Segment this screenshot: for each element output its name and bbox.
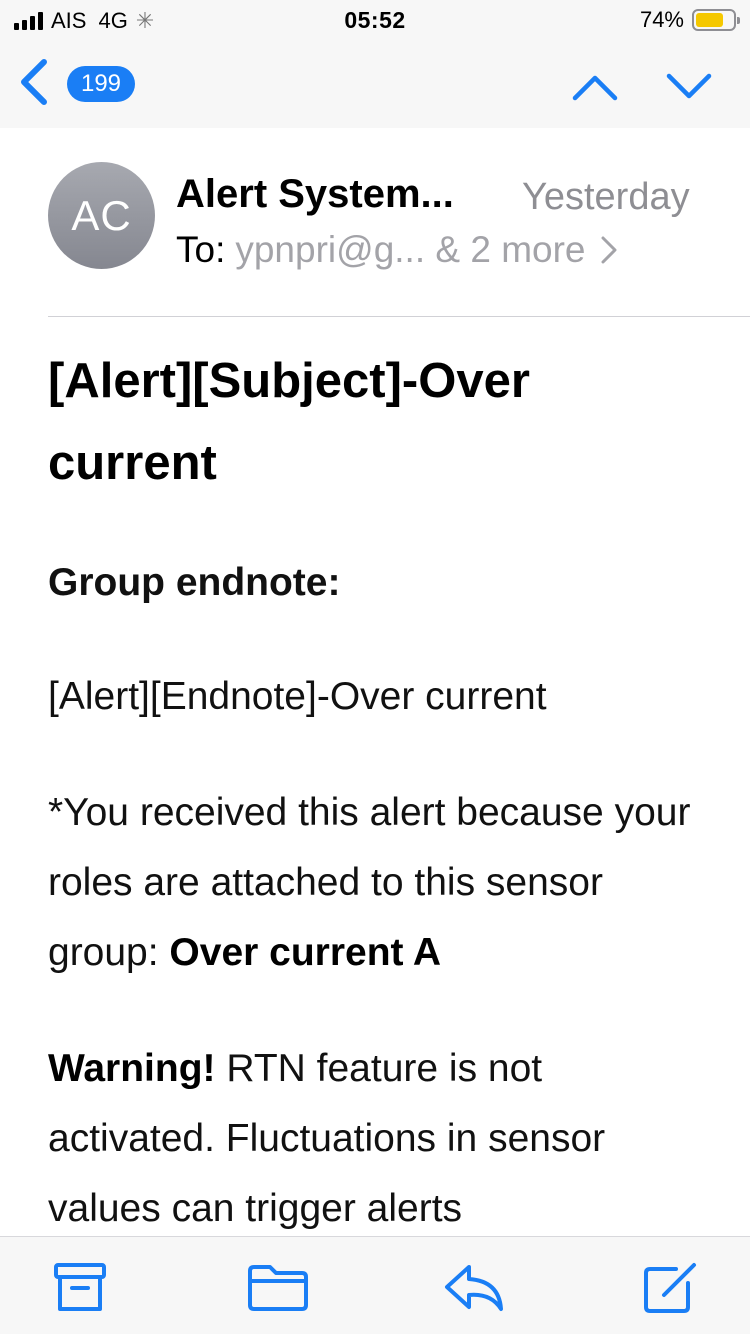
group-endnote-title: Group endnote: [48,561,341,604]
message-subject: [Alert][Subject]-Over current [48,354,530,490]
message-date: Yesterday [522,176,690,218]
archive-icon [54,1263,106,1311]
warning-label: Warning! [48,1047,216,1090]
warning-paragraph: Warning! RTN feature is not activated. F… [48,1034,708,1244]
notice-paragraph: *You received this alert because your ro… [48,778,708,988]
status-time: 05:52 [344,7,406,33]
chevron-up-icon [572,75,618,101]
battery-percent: 74% [639,7,684,32]
bottom-toolbar [0,1236,750,1334]
status-right: 74% [639,7,740,33]
chevron-left-icon [21,59,47,105]
sender-avatar[interactable]: AC [48,162,155,269]
compose-icon [644,1263,696,1313]
recipients-value: ypnpri@g... & 2 more [235,229,586,270]
back-button[interactable] [14,54,54,110]
nav-bar: 199 [0,40,750,128]
unread-count-badge[interactable]: 199 [67,66,135,102]
to-label: To: [176,229,226,270]
reply-icon [445,1265,503,1311]
sensor-group-name: Over current A [169,931,442,974]
recipients-row[interactable]: To: ypnpri@g... & 2 more [176,229,618,271]
battery-icon [692,9,740,31]
chevron-right-icon [601,236,617,264]
chevron-down-icon [666,73,712,99]
status-bar: AIS 4G ✳ 05:52 74% [0,0,750,40]
endnote-text: [Alert][Endnote]-Over current [48,675,547,718]
battery-fill [696,13,723,27]
header-divider [48,316,750,317]
next-message-button[interactable] [664,66,714,106]
compose-button[interactable] [640,1261,704,1315]
move-to-folder-button[interactable] [246,1261,310,1315]
reply-button[interactable] [443,1261,507,1315]
previous-message-button[interactable] [570,66,620,106]
sender-name[interactable]: Alert System... [176,172,454,217]
archive-button[interactable] [48,1261,112,1315]
folder-icon [248,1265,308,1311]
